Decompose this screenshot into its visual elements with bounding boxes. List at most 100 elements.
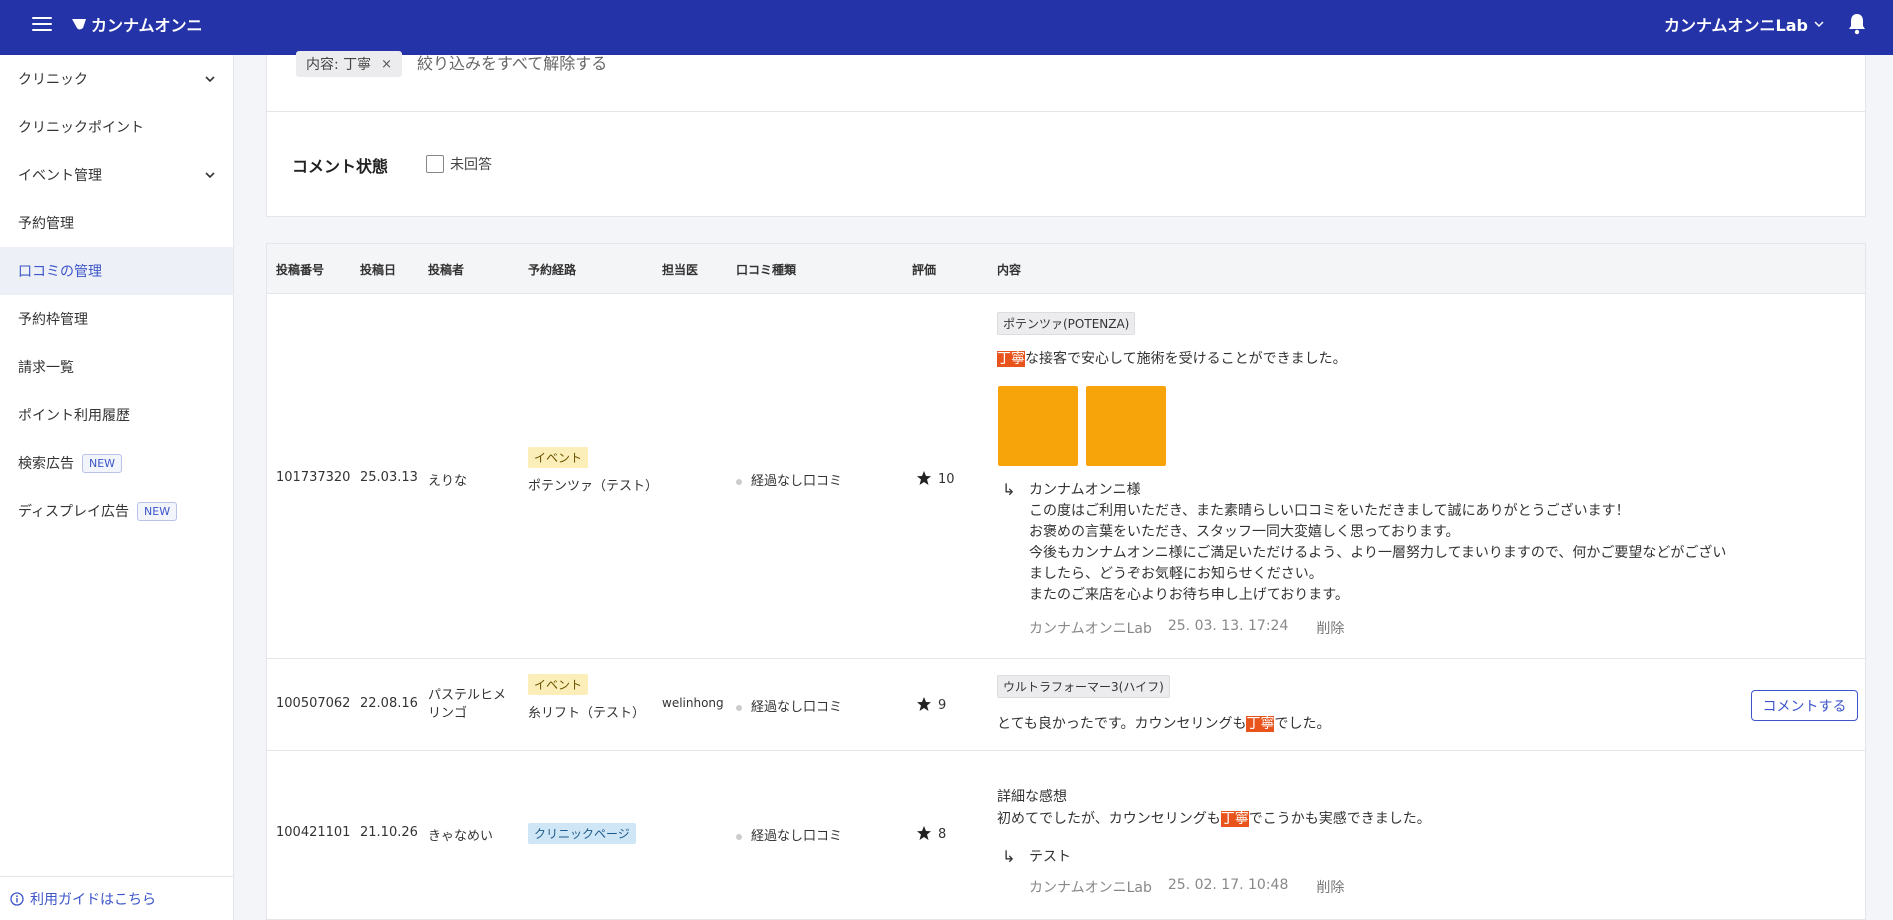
review-photo[interactable] bbox=[998, 386, 1078, 466]
sidebar-item-billing[interactable]: 請求一覧 bbox=[0, 343, 233, 391]
column-header[interactable]: 評価 bbox=[912, 261, 936, 278]
treatment-tag: ウルトラフォーマー3(ハイフ) bbox=[997, 675, 1170, 698]
post-id: 101737320 bbox=[276, 470, 351, 485]
star-icon bbox=[917, 471, 931, 485]
review-content: とても良かったです。カウンセリングも丁寧でした。 bbox=[997, 713, 1330, 733]
post-id: 100421101 bbox=[276, 825, 351, 840]
content-text: 初めてでしたが、カウンセリングも bbox=[997, 811, 1221, 827]
info-icon bbox=[10, 891, 24, 906]
route-tag: イベント bbox=[528, 447, 589, 468]
doctor-name: welinhong bbox=[662, 696, 724, 710]
account-menu[interactable]: カンナムオンニLab bbox=[1664, 12, 1824, 36]
sidebar: クリニック クリニックポイント イベント管理 予約管理 口コミの管理 予約枠管理… bbox=[0, 55, 234, 920]
reply-arrow-icon: ↳ bbox=[1002, 480, 1016, 499]
account-name: カンナムオンニLab bbox=[1664, 16, 1808, 35]
unanswered-checkbox[interactable]: 未回答 bbox=[426, 154, 492, 174]
review-content: 初めてでしたが、カウンセリングも丁寧でこうかも実感できました。 bbox=[997, 808, 1431, 828]
highlight: 丁寧 bbox=[997, 351, 1025, 367]
sidebar-item-label: 予約枠管理 bbox=[18, 312, 88, 328]
post-date: 22.08.16 bbox=[360, 696, 418, 711]
chevron-down-icon bbox=[205, 172, 215, 179]
reply-meta: カンナムオンニLab 25. 02. 17. 10:48 削除 bbox=[1029, 877, 1344, 897]
star-icon bbox=[917, 697, 931, 711]
sidebar-item-display-ads[interactable]: ディスプレイ広告 NEW bbox=[0, 487, 233, 535]
status-dot bbox=[736, 478, 742, 485]
sidebar-item-event[interactable]: イベント管理 bbox=[0, 151, 233, 199]
post-date: 21.10.26 bbox=[360, 825, 418, 840]
sidebar-item-reservation[interactable]: 予約管理 bbox=[0, 199, 233, 247]
table-row[interactable]: 100421101 21.10.26 きゃなめい クリニックページ 経過なし口コ… bbox=[267, 751, 1865, 919]
sidebar-item-slots[interactable]: 予約枠管理 bbox=[0, 295, 233, 343]
brand-mark-icon bbox=[72, 19, 86, 30]
brand-name: カンナムオンニ bbox=[91, 16, 203, 35]
sidebar-item-search-ads[interactable]: 検索広告 NEW bbox=[0, 439, 233, 487]
treatment-tag: ポテンツァ(POTENZA) bbox=[997, 312, 1136, 335]
content-text: でこうかも実感できました。 bbox=[1248, 811, 1431, 827]
post-author: きゃなめい bbox=[428, 829, 494, 844]
table-row[interactable]: 101737320 25.03.13 えりな イベント ポテンツァ（テスト） 経… bbox=[267, 294, 1865, 659]
highlight: 丁寧 bbox=[1246, 716, 1275, 732]
reply-time: 25. 03. 13. 17:24 bbox=[1167, 618, 1289, 634]
content-text: な接客で安心して施術を受けることができました。 bbox=[1025, 351, 1347, 367]
bell-icon[interactable] bbox=[1847, 13, 1867, 35]
sidebar-item-label: クリニックポイント bbox=[18, 120, 144, 136]
column-header[interactable]: 内容 bbox=[997, 261, 1021, 278]
divider bbox=[267, 111, 1865, 112]
sidebar-item-label: 検索広告 bbox=[18, 456, 74, 472]
checkbox-label: 未回答 bbox=[450, 157, 492, 173]
sidebar-item-clinic-point[interactable]: クリニックポイント bbox=[0, 103, 233, 151]
chevron-down-icon bbox=[1814, 21, 1824, 28]
rating-value: 8 bbox=[938, 827, 947, 842]
sidebar-item-label: イベント管理 bbox=[18, 168, 102, 184]
clear-filters-link[interactable]: 絞り込みをすべて解除する bbox=[417, 51, 607, 77]
author-line: パステルヒメ bbox=[428, 688, 507, 703]
hamburger-menu-icon[interactable] bbox=[32, 14, 52, 32]
reply-line: この度はご利用いただき、また素晴らしい口コミをいただきまして誠にありがとうござい… bbox=[1029, 503, 1630, 519]
column-header[interactable]: 予約経路 bbox=[528, 261, 576, 278]
highlight: 丁寧 bbox=[1220, 811, 1249, 827]
reply-greeting: カンナムオンニ様 bbox=[1029, 482, 1141, 498]
new-badge: NEW bbox=[137, 501, 178, 521]
sidebar-item-label: 請求一覧 bbox=[18, 360, 74, 376]
sidebar-item-label: クリニック bbox=[18, 72, 88, 88]
comment-button[interactable]: コメントする bbox=[1751, 690, 1858, 721]
reply-author: カンナムオンニLab bbox=[1029, 880, 1152, 896]
sidebar-item-reviews[interactable]: 口コミの管理 bbox=[0, 247, 233, 295]
column-header[interactable]: 口コミ種類 bbox=[736, 261, 796, 278]
sidebar-item-point-history[interactable]: ポイント利用履歴 bbox=[0, 391, 233, 439]
filter-panel: 内容: 丁寧 × 絞り込みをすべて解除する コメント状態 未回答 bbox=[266, 51, 1866, 217]
column-header[interactable]: 投稿日 bbox=[360, 261, 396, 278]
sidebar-item-label: 口コミの管理 bbox=[18, 264, 102, 280]
reviews-table: 投稿番号 投稿日 投稿者 予約経路 担当医 口コミ種類 評価 内容 101737… bbox=[266, 243, 1866, 920]
guide-link[interactable]: 利用ガイドはこちら bbox=[0, 876, 233, 920]
reply-arrow-icon: ↳ bbox=[1002, 847, 1016, 866]
review-type: 経過なし口コミ bbox=[736, 470, 842, 489]
post-date: 25.03.13 bbox=[360, 470, 418, 485]
reply-body: テスト bbox=[1029, 849, 1071, 865]
rating-value: 9 bbox=[938, 698, 947, 713]
route-tag: イベント bbox=[528, 674, 589, 695]
route-name: ポテンツァ（テスト） bbox=[528, 479, 659, 494]
review-photo[interactable] bbox=[1086, 386, 1166, 466]
brand-logo[interactable]: カンナムオンニ bbox=[71, 12, 203, 36]
column-header[interactable]: 担当医 bbox=[662, 261, 698, 278]
rating: 8 bbox=[916, 825, 946, 842]
new-badge: NEW bbox=[82, 453, 123, 473]
reply-line: お褒めの言葉をいただき、スタッフ一同大変嬉しく思っております。 bbox=[1029, 524, 1460, 540]
review-type-label: 経過なし口コミ bbox=[751, 700, 843, 715]
column-header[interactable]: 投稿者 bbox=[428, 261, 464, 278]
rating: 10 bbox=[916, 470, 955, 487]
column-header[interactable]: 投稿番号 bbox=[276, 261, 324, 278]
sidebar-item-clinic[interactable]: クリニック bbox=[0, 55, 233, 103]
delete-reply-button[interactable]: 削除 bbox=[1316, 618, 1344, 638]
close-icon[interactable]: × bbox=[381, 57, 392, 72]
author-line: リンゴ bbox=[428, 706, 468, 721]
delete-reply-button[interactable]: 削除 bbox=[1316, 877, 1344, 897]
filter-chip: 内容: 丁寧 × bbox=[296, 51, 403, 77]
route-tag: クリニックページ bbox=[528, 823, 636, 844]
reply-time: 25. 02. 17. 10:48 bbox=[1167, 877, 1289, 893]
table-row[interactable]: 100507062 22.08.16 パステルヒメ リンゴ イベント 糸リフト（テ… bbox=[267, 659, 1865, 751]
review-type: 経過なし口コミ bbox=[736, 696, 842, 715]
checkbox-box[interactable] bbox=[426, 155, 444, 173]
rating-value: 10 bbox=[938, 472, 955, 487]
